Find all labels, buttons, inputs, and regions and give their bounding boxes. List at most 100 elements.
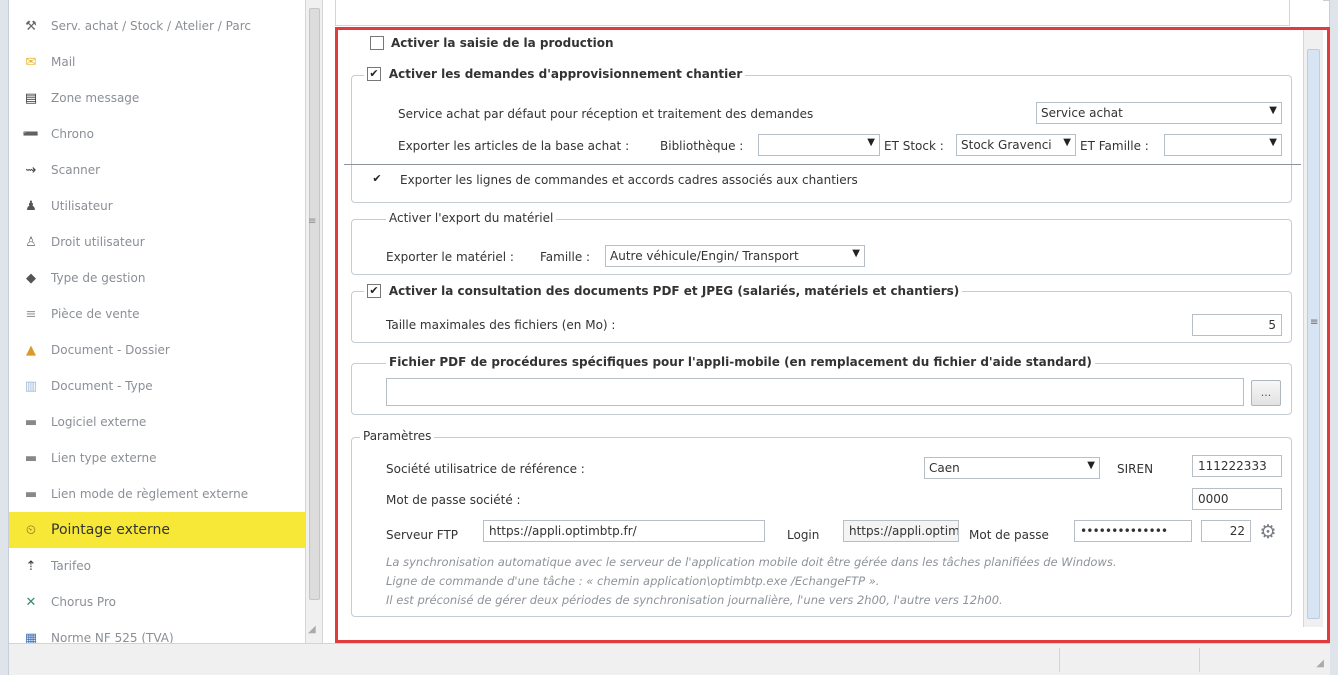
max-size-label: Taille maximales des fichiers (en Mo) : [386,318,616,332]
main-scroll-thumb[interactable] [1307,49,1320,619]
resize-corner-icon: ◢ [308,624,316,635]
sidebar-item[interactable]: ≡ Pièce de vente [9,296,305,332]
chevron-down-icon: ▼ [1063,137,1071,148]
port-input[interactable]: 22 [1201,520,1251,542]
ftp-input[interactable]: https://appli.optimbtp.fr/ [483,520,765,542]
pdf-file-legend: Fichier PDF de procédures spécifiques po… [386,355,1095,369]
gear-icon[interactable]: ⚙ [1256,521,1280,545]
resize-grip-icon[interactable]: ◢ [1316,658,1324,669]
sidebar-item-label: Document - Type [51,379,153,393]
sidebar-item-label: Chorus Pro [51,595,116,609]
grip-icon: ≡ [308,216,317,227]
status-divider [1199,648,1200,672]
sidebar-item[interactable]: ⇝ Scanner [9,152,305,188]
bibliotheque-select[interactable]: ▼ [758,134,880,156]
sidebar-item-label: Pièce de vente [51,307,140,321]
max-size-input[interactable]: 5 [1192,314,1282,336]
folder-icon: ▲ [26,342,36,358]
sidebar-item[interactable]: ✕ Chorus Pro [9,584,305,620]
doc-type-icon: ▥ [24,378,38,394]
pdf-file-legend-label: Fichier PDF de procédures spécifiques po… [389,355,1092,369]
login-input[interactable]: https://appli.optim [843,520,959,542]
export-material-label: Exporter le matériel : [386,250,514,264]
sidebar-item[interactable]: ⇡ Tarifeo [9,548,305,584]
stock-select-value: Stock Gravenci [961,138,1052,152]
separator-line [344,164,1301,165]
sidebar-item-label: Type de gestion [51,271,146,285]
sidebar-item-label: Zone message [51,91,140,105]
sidebar-item[interactable]: ➖ Chrono [9,116,305,152]
sidebar-item-label: Utilisateur [51,199,113,213]
sidebar-item-label: Droit utilisateur [51,235,145,249]
sidebar-scroll-thumb[interactable] [309,8,320,600]
sidebar-item[interactable]: ▦ Norme NF 525 (TVA) [9,620,305,644]
ftp-label: Serveur FTP [386,528,459,542]
production-checkbox[interactable] [370,36,384,50]
pdf-label: Activer la consultation des documents PD… [388,283,960,298]
export-lines-checkbox[interactable]: ✔ [370,172,384,186]
material-famille-value: Autre véhicule/Engin/ Transport [610,249,799,263]
chevron-down-icon: ▼ [1269,137,1277,148]
company-select-value: Caen [929,461,960,475]
pwd-input[interactable]: •••••••••••••• [1074,520,1192,542]
sidebar-item[interactable]: ◆ Type de gestion [9,260,305,296]
sidebar-item[interactable]: ▬ Logiciel externe [9,404,305,440]
pdf-checkbox[interactable]: ✔ [367,283,381,298]
chevron-down-icon: ▼ [852,248,860,259]
sidebar-item-label: Serv. achat / Stock / Atelier / Parc [51,19,251,33]
scanner-icon: ⇝ [25,162,37,178]
sidebar-item[interactable]: ⚒ Serv. achat / Stock / Atelier / Parc [9,8,305,44]
sidebar-item[interactable]: ▥ Document - Type [9,368,305,404]
sidebar-item-label: Chrono [51,127,94,141]
payment-link-icon: ▬ [24,486,38,502]
company-pwd-input[interactable]: 0000 [1192,488,1282,510]
production-label: Activer la saisie de la production [391,36,614,50]
sidebar-item-label: Norme NF 525 (TVA) [51,631,174,643]
material-legend-label: Activer l'export du matériel [389,211,554,225]
pdf-legend: ✔ Activer la consultation des documents … [364,283,963,298]
sidebar-item[interactable]: ▲ Document - Dossier [9,332,305,368]
company-select[interactable]: Caen ▼ [924,457,1100,479]
chrono-icon: ➖ [22,126,40,142]
export-lines-label: Exporter les lignes de commandes et acco… [400,173,858,187]
message-icon: ▤ [24,90,38,106]
sidebar-scrollbar[interactable]: ≡ ◢ [305,0,323,643]
service-select[interactable]: Service achat ▼ [1036,102,1282,124]
sidebar-item[interactable]: ♟ Utilisateur [9,188,305,224]
chevron-down-icon: ▼ [1269,105,1277,116]
material-famille-label: Famille : [540,250,591,264]
params-legend: Paramètres [360,429,435,443]
main-scrollbar[interactable]: ≡ [1303,27,1323,627]
top-panel-edge [335,0,1290,26]
supply-label: Activer les demandes d'approvisionnement… [388,66,743,81]
siren-input[interactable]: 111222333 [1192,455,1282,477]
browse-button[interactable]: ... [1251,380,1281,406]
chorus-icon: ✕ [25,594,37,610]
pdf-group [351,291,1292,343]
sidebar-item[interactable]: ⏲ Pointage externe [9,512,305,548]
sidebar-item[interactable]: ✉ Mail [9,44,305,80]
sidebar-item-label: Lien mode de règlement externe [51,487,249,501]
sidebar-item-label: Scanner [51,163,101,177]
link-type-icon: ▬ [24,450,38,466]
params-legend-label: Paramètres [363,429,432,443]
pdf-file-input[interactable] [386,378,1244,406]
toolbox-icon: ⚒ [25,18,37,34]
material-famille-select[interactable]: Autre véhicule/Engin/ Transport ▼ [605,245,865,267]
company-label: Société utilisatrice de référence : [386,462,585,476]
sidebar-item[interactable]: ▬ Lien type externe [9,440,305,476]
time-tracking-icon: ⏲ [25,522,37,538]
sidebar: ⚒ Serv. achat / Stock / Atelier / Parc ✉ Ma… [9,0,305,643]
supply-legend: ✔ Activer les demandes d'approvisionneme… [364,66,746,81]
chevron-down-icon: ▼ [1087,460,1095,471]
sidebar-item[interactable]: ▬ Lien mode de règlement externe [9,476,305,512]
supply-checkbox[interactable]: ✔ [367,66,381,81]
famille-select[interactable]: ▼ [1164,134,1282,156]
stock-select[interactable]: Stock Gravenci ▼ [956,134,1076,156]
note-line-1: La synchronisation automatique avec le s… [386,555,1117,569]
note-line-3: Il est préconisé de gérer deux périodes … [386,593,1003,607]
sidebar-item[interactable]: ▤ Zone message [9,80,305,116]
grip-icon: ≡ [1310,317,1319,328]
sidebar-item[interactable]: ♙ Droit utilisateur [9,224,305,260]
material-legend: Activer l'export du matériel [386,211,557,225]
